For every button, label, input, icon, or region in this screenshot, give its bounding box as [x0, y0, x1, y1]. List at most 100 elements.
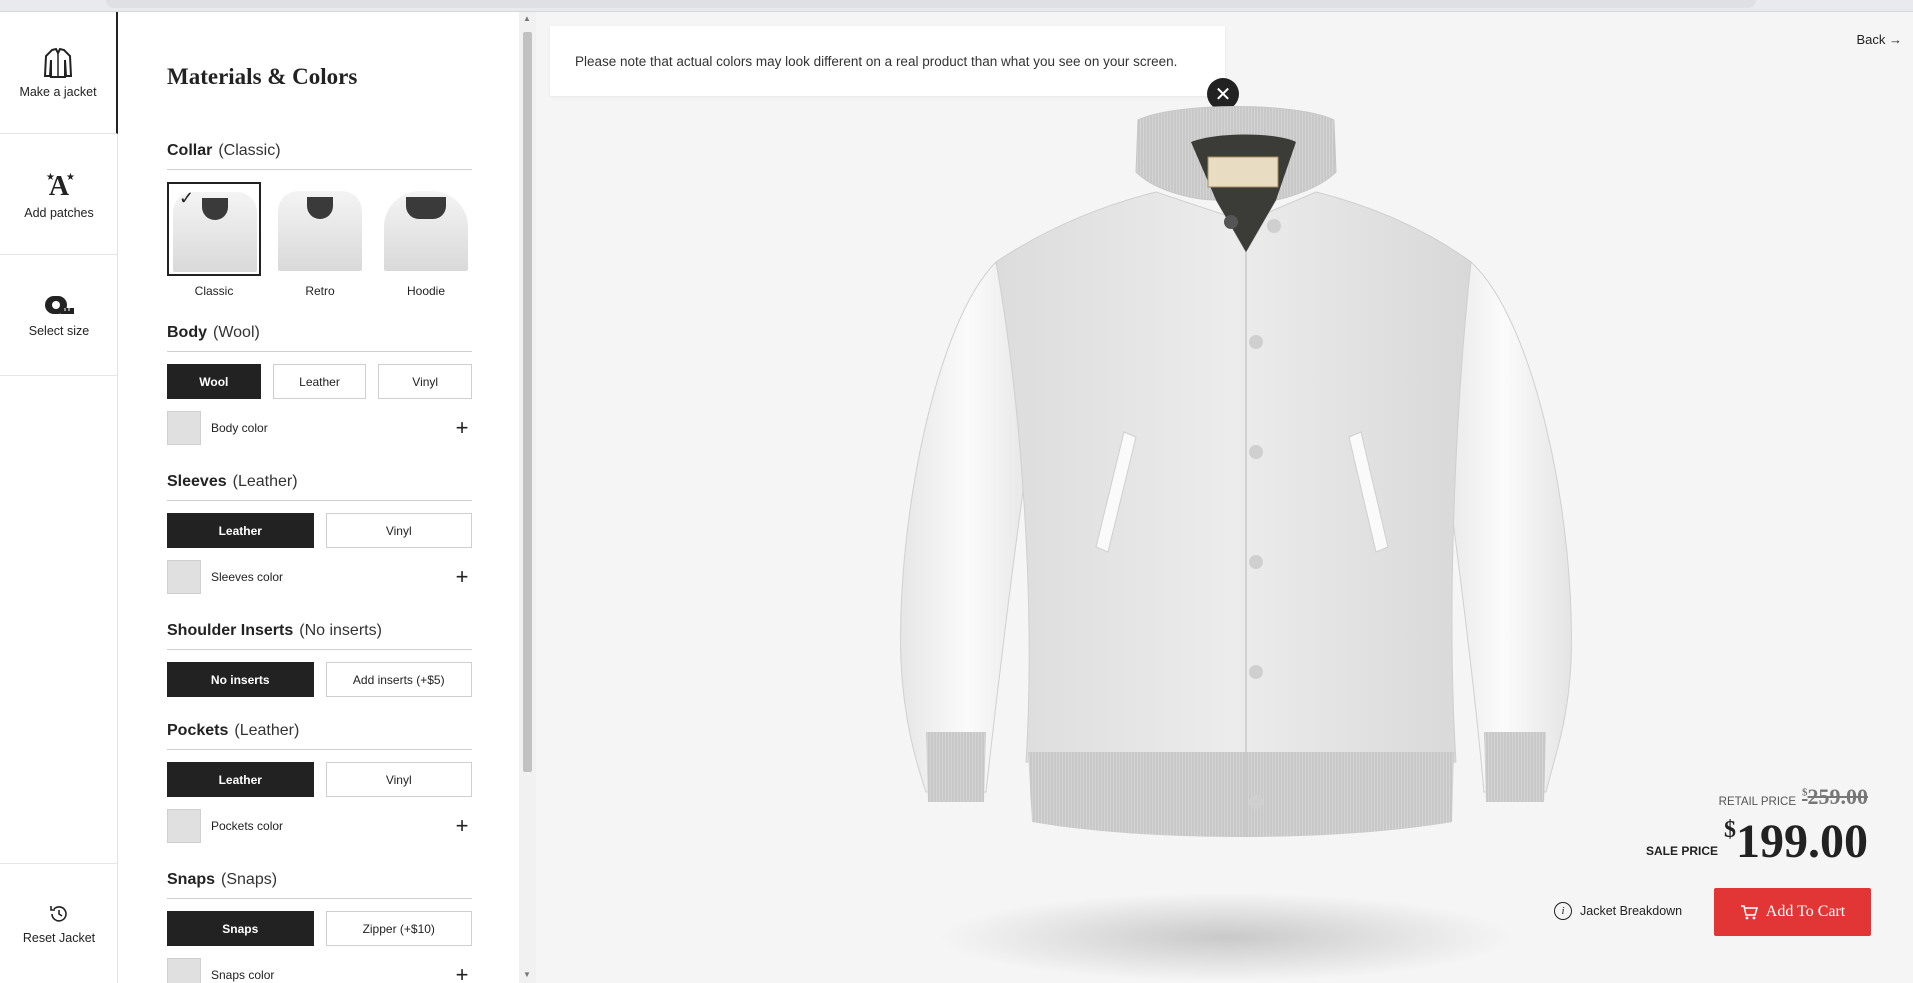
sleeves-color-label: Sleeves color	[211, 570, 284, 584]
retail-price: RETAIL PRICE $259.00	[1719, 784, 1868, 810]
sleeves-value: (Leather)	[232, 473, 298, 490]
breakdown-label: Jacket Breakdown	[1580, 904, 1683, 918]
collar-classic-thumb: ✓	[167, 182, 261, 276]
pockets-color-plus-icon[interactable]: +	[452, 815, 472, 837]
add-to-cart-button[interactable]: Add To Cart	[1714, 888, 1871, 936]
pockets-color-swatch[interactable]	[167, 809, 201, 843]
arrow-right-icon: →	[1889, 32, 1902, 47]
nav-make-jacket[interactable]: Make a jacket	[0, 12, 118, 134]
color-notice: Please note that actual colors may look …	[550, 26, 1225, 96]
scroll-down-icon[interactable]: ▼	[523, 970, 531, 979]
body-color-plus-icon[interactable]: +	[452, 417, 472, 439]
inserts-option-none[interactable]: No inserts	[167, 662, 314, 697]
nav-size-label: Select size	[28, 324, 90, 338]
nav-make-label: Make a jacket	[19, 84, 97, 99]
inserts-value: (No inserts)	[299, 622, 382, 639]
sale-amount: $199.00	[1724, 818, 1868, 866]
body-label: Body	[167, 324, 207, 341]
body-color-swatch[interactable]	[167, 411, 201, 445]
jacket-shadow	[936, 892, 1516, 982]
sale-value: 199.00	[1736, 815, 1868, 868]
snaps-heading: Snaps (Snaps)	[167, 871, 472, 899]
panel-scrollbar[interactable]: ▲ ▼	[519, 12, 536, 983]
body-option-leather[interactable]: Leather	[272, 364, 367, 399]
nav-add-patches[interactable]: A ★ ★ Add patches	[0, 134, 118, 255]
pockets-label: Pockets	[167, 722, 229, 739]
collar-hoodie-thumb	[379, 182, 473, 276]
svg-text:★: ★	[46, 172, 55, 183]
jacket-breakdown-link[interactable]: i Jacket Breakdown	[1554, 902, 1682, 920]
history-icon	[50, 905, 67, 922]
snaps-label: Snaps	[167, 871, 216, 888]
browser-toolbar	[0, 0, 1913, 12]
body-color-label: Body color	[211, 421, 268, 435]
snaps-color-label: Snaps color	[211, 968, 275, 982]
nav-reset-label: Reset Jacket	[22, 930, 96, 945]
collar-option-label: Retro	[305, 284, 335, 298]
collar-section: Collar (Classic) ✓ Classic Retro Hoodie	[167, 142, 473, 298]
scrollbar-thumb[interactable]	[523, 32, 532, 772]
collar-retro-thumb	[273, 182, 367, 276]
inserts-heading: Shoulder Inserts (No inserts)	[167, 622, 472, 650]
collar-heading: Collar (Classic)	[167, 142, 472, 170]
nav-patches-label: Add patches	[24, 206, 94, 220]
inserts-section: Shoulder Inserts (No inserts) No inserts …	[167, 622, 472, 697]
pockets-option-vinyl[interactable]: Vinyl	[325, 762, 472, 797]
sale-currency: $	[1724, 817, 1736, 843]
body-heading: Body (Wool)	[167, 324, 472, 352]
back-label: Back	[1856, 32, 1886, 47]
snaps-value: (Snaps)	[221, 871, 278, 888]
options-panel: Materials & Colors Collar (Classic) ✓ Cla…	[119, 12, 519, 983]
preview-stage: Please note that actual colors may look …	[536, 12, 1913, 983]
snaps-color-swatch[interactable]	[167, 958, 201, 983]
sleeves-label: Sleeves	[167, 473, 227, 490]
pockets-option-leather[interactable]: Leather	[167, 762, 314, 797]
pockets-section: Pockets (Leather) Leather Vinyl Pockets c…	[167, 722, 472, 843]
patch-letter-icon: A★ ★	[46, 171, 75, 200]
retail-label: RETAIL PRICE	[1718, 796, 1796, 808]
collar-option-retro[interactable]: Retro	[273, 182, 367, 298]
jacket-preview[interactable]	[856, 102, 1616, 902]
collar-value: (Classic)	[218, 142, 281, 159]
sale-price: SALE PRICE $199.00	[1646, 818, 1868, 866]
sleeves-option-leather[interactable]: Leather	[167, 513, 314, 548]
nav-reset-jacket[interactable]: Reset Jacket	[0, 863, 118, 983]
snaps-section: Snaps (Snaps) Snaps Zipper (+$10) Snaps c…	[167, 871, 472, 983]
snaps-option-snaps[interactable]: Snaps	[167, 911, 314, 946]
svg-text:★: ★	[66, 172, 75, 183]
sleeves-option-vinyl[interactable]: Vinyl	[325, 513, 472, 548]
retail-value: 259.00	[1807, 784, 1869, 809]
nav-select-size[interactable]: Select size	[0, 255, 118, 376]
pockets-color-label: Pockets color	[211, 819, 284, 833]
pockets-value: (Leather)	[234, 722, 300, 739]
sleeves-color-plus-icon[interactable]: +	[452, 566, 472, 588]
checkmark-icon: ✓	[179, 188, 195, 208]
body-section: Body (Wool) Wool Leather Vinyl Body color…	[167, 324, 473, 445]
retail-amount: $259.00	[1802, 784, 1868, 810]
sleeves-section: Sleeves (Leather) Leather Vinyl Sleeves c…	[167, 473, 472, 594]
jacket-icon	[43, 47, 73, 78]
address-bar[interactable]	[106, 0, 1756, 8]
collar-option-hoodie[interactable]: Hoodie	[379, 182, 473, 298]
info-icon: i	[1554, 902, 1572, 920]
collar-option-label: Hoodie	[406, 284, 446, 298]
body-option-wool[interactable]: Wool	[167, 364, 261, 399]
collar-option-classic[interactable]: ✓ Classic	[167, 182, 261, 298]
snaps-option-zipper[interactable]: Zipper (+$10)	[325, 911, 472, 946]
panel-title: Materials & Colors	[167, 64, 358, 89]
sleeves-color-swatch[interactable]	[167, 560, 201, 594]
tape-measure-icon	[45, 296, 74, 314]
back-link[interactable]: Back →	[1856, 32, 1902, 47]
cart-label: Add To Cart	[1765, 903, 1846, 920]
collar-label: Collar	[167, 142, 213, 159]
left-nav: Make a jacket A ★ ★ Add patches Select siz…	[0, 12, 118, 983]
cart-icon	[1740, 905, 1758, 920]
pockets-heading: Pockets (Leather)	[167, 722, 472, 750]
sleeves-heading: Sleeves (Leather)	[167, 473, 472, 501]
body-option-vinyl[interactable]: Vinyl	[378, 364, 473, 399]
snaps-color-plus-icon[interactable]: +	[452, 964, 472, 983]
inserts-option-add[interactable]: Add inserts (+$5)	[325, 662, 472, 697]
scroll-up-icon[interactable]: ▲	[523, 14, 531, 23]
collar-option-label: Classic	[194, 284, 234, 298]
body-value: (Wool)	[213, 324, 260, 341]
